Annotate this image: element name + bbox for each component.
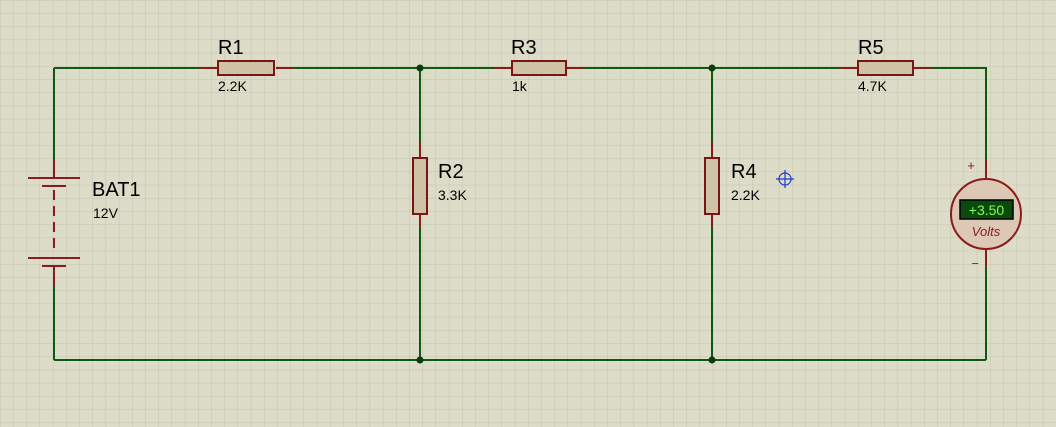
battery-value-label: 12V bbox=[93, 205, 119, 221]
junction-dot bbox=[708, 356, 716, 364]
r5-body bbox=[857, 60, 914, 76]
voltmeter-minus-label: − bbox=[971, 256, 979, 271]
r1-ref-label: R1 bbox=[218, 37, 244, 59]
r3-value-label: 1k bbox=[512, 78, 528, 94]
battery-ref-label: BAT1 bbox=[92, 179, 141, 201]
r5-ref-label: R5 bbox=[858, 37, 884, 59]
r4-ref-label: R4 bbox=[731, 161, 757, 183]
r4-body bbox=[704, 157, 720, 215]
junction-dot bbox=[416, 356, 424, 364]
junction-dot bbox=[416, 64, 424, 72]
junction-dot bbox=[708, 64, 716, 72]
voltmeter-plus-label: + bbox=[967, 158, 975, 173]
r2-body bbox=[412, 157, 428, 215]
r2-value-label: 3.3K bbox=[438, 187, 467, 203]
r2-ref-label: R2 bbox=[438, 161, 464, 183]
voltmeter-unit-label: Volts bbox=[972, 224, 1001, 239]
voltmeter-reading: +3.50 bbox=[969, 202, 1005, 218]
r4-value-label: 2.2K bbox=[731, 187, 760, 203]
r3-body bbox=[511, 60, 567, 76]
schematic-canvas[interactable]: BAT1 12V R1 2.2K R3 1k R5 4.7K R2 3.3K R… bbox=[0, 0, 1056, 427]
r5-value-label: 4.7K bbox=[858, 78, 887, 94]
r3-ref-label: R3 bbox=[511, 37, 537, 59]
r1-value-label: 2.2K bbox=[218, 78, 247, 94]
r1-body bbox=[217, 60, 275, 76]
